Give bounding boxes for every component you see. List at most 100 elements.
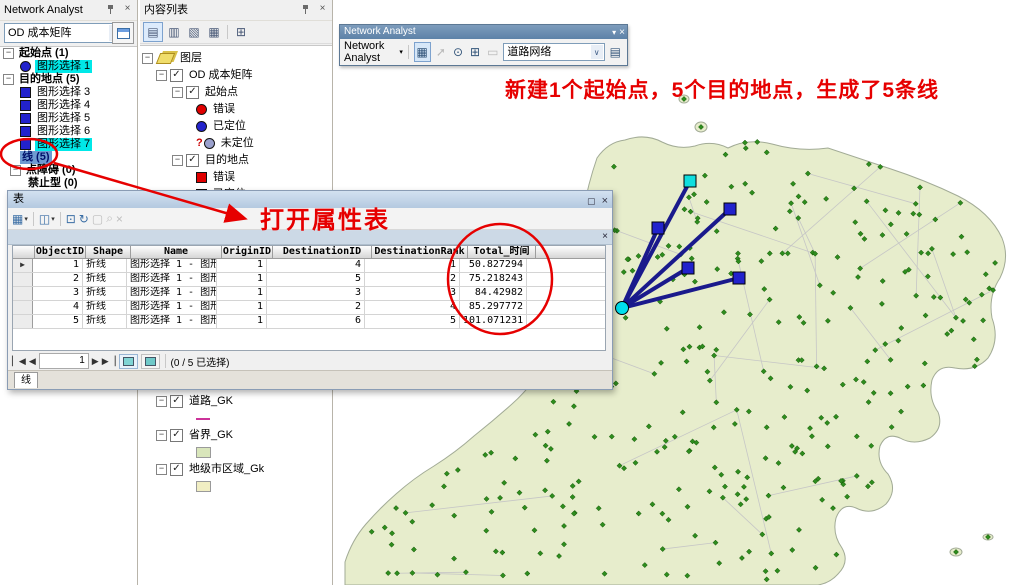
- record-number-input[interactable]: 1: [39, 353, 89, 369]
- row-selector[interactable]: [13, 315, 33, 328]
- cell[interactable]: 图形选择 1 - 图形选择: [127, 273, 217, 286]
- attribute-grid[interactable]: ObjectIDShapeNameOriginIDDestinationIDDe…: [12, 245, 606, 351]
- cell[interactable]: 4: [267, 259, 365, 272]
- column-header[interactable]: OriginID: [222, 246, 273, 258]
- na-tree-item[interactable]: 禁止型 (0): [0, 177, 137, 190]
- table-row[interactable]: ▶1折线图形选择 1 - 图形选择14150.827294: [13, 259, 605, 273]
- checkbox-checked-icon[interactable]: ✓: [186, 154, 199, 167]
- cell[interactable]: 3: [267, 287, 365, 300]
- cell[interactable]: 84.42982: [460, 287, 527, 300]
- close-icon[interactable]: ×: [602, 230, 608, 244]
- last-record-button[interactable]: ▶▕: [102, 356, 116, 367]
- pin-icon[interactable]: [299, 3, 312, 16]
- list-by-selection-button[interactable]: ▦: [205, 23, 223, 41]
- list-by-visibility-button[interactable]: ▧: [185, 23, 203, 41]
- row-selector[interactable]: [13, 301, 33, 314]
- next-record-button[interactable]: ▶: [92, 356, 99, 367]
- destination-point[interactable]: [733, 272, 745, 284]
- expander-icon[interactable]: −: [172, 155, 183, 166]
- column-header[interactable]: ObjectID: [35, 246, 86, 258]
- cell[interactable]: 1: [217, 259, 267, 272]
- cell[interactable]: 5: [267, 273, 365, 286]
- close-icon[interactable]: ×: [602, 193, 608, 210]
- na-toolbar-titlebar[interactable]: Network Analyst ▾ ×: [340, 25, 627, 39]
- origin-point[interactable]: [616, 302, 629, 315]
- table-row[interactable]: 5折线图形选择 1 - 图形选择165101.071231: [13, 315, 605, 329]
- column-header[interactable]: DestinationID: [273, 246, 372, 258]
- cell[interactable]: 4: [365, 301, 460, 314]
- checkbox-checked-icon[interactable]: ✓: [170, 395, 183, 408]
- checkbox-checked-icon[interactable]: ✓: [170, 429, 183, 442]
- destination-point[interactable]: [652, 222, 664, 234]
- toc-options-button[interactable]: ⊞: [232, 23, 250, 41]
- destination-point-selected[interactable]: [684, 175, 696, 187]
- cell[interactable]: 图形选择 1 - 图形选择: [127, 301, 217, 314]
- column-header[interactable]: Shape: [86, 246, 131, 258]
- table-tab-line[interactable]: 线: [14, 372, 38, 388]
- checkbox-checked-icon[interactable]: ✓: [186, 86, 199, 99]
- toc-tree-item[interactable]: 错误: [140, 101, 332, 118]
- toc-tree-item[interactable]: −✓目的地点: [140, 152, 332, 169]
- toc-tree-item[interactable]: 已定位: [140, 118, 332, 135]
- cell[interactable]: 折线: [83, 287, 127, 300]
- na-tree-item[interactable]: 图形选择 1: [0, 60, 137, 73]
- expander-icon[interactable]: −: [172, 87, 183, 98]
- table-row[interactable]: 4折线图形选择 1 - 图形选择12485.297772: [13, 301, 605, 315]
- cell[interactable]: 6: [267, 315, 365, 328]
- toc-tree-item[interactable]: −✓道路_GK: [140, 393, 332, 410]
- toc-tree-item[interactable]: 错误: [140, 169, 332, 186]
- na-properties-button[interactable]: ▤: [608, 43, 623, 61]
- row-selector[interactable]: ▶: [13, 259, 33, 272]
- close-icon[interactable]: ×: [121, 3, 134, 16]
- destination-point[interactable]: [682, 262, 694, 274]
- cell[interactable]: 5: [33, 315, 83, 328]
- cell[interactable]: 101.071231: [460, 315, 527, 328]
- close-icon[interactable]: ×: [619, 26, 625, 40]
- expander-icon[interactable]: −: [156, 396, 167, 407]
- expander-icon[interactable]: −: [156, 70, 167, 81]
- network-dataset-combo[interactable]: 道路网络 ∨: [503, 43, 604, 61]
- column-header[interactable]: Name: [131, 246, 222, 258]
- toc-tree-item[interactable]: −✓OD 成本矩阵: [140, 67, 332, 84]
- cell[interactable]: 3: [33, 287, 83, 300]
- expander-icon[interactable]: −: [3, 74, 14, 85]
- directions-button[interactable]: ▭: [485, 43, 500, 61]
- row-selector[interactable]: [13, 273, 33, 286]
- cell[interactable]: 50.827294: [460, 259, 527, 272]
- cell[interactable]: 2: [33, 273, 83, 286]
- cell[interactable]: 2: [365, 273, 460, 286]
- zoom-to-selected-button[interactable]: ⌕: [106, 211, 113, 226]
- cell[interactable]: 图形选择 1 - 图形选择: [127, 259, 217, 272]
- na-tree-item[interactable]: −起始点 (1): [0, 47, 137, 60]
- na-tree-item[interactable]: −目的地点 (5): [0, 73, 137, 86]
- select-by-attributes-button[interactable]: ⊡: [66, 212, 76, 226]
- toc-tree-item[interactable]: [140, 410, 332, 427]
- show-selected-records-button[interactable]: [141, 354, 160, 369]
- expander-icon[interactable]: −: [142, 53, 153, 64]
- table-titlebar[interactable]: 表 ▢ ×: [8, 191, 612, 208]
- na-tree-item[interactable]: −点障碍 (0): [0, 164, 137, 177]
- solve-button[interactable]: ⊞: [468, 43, 482, 61]
- close-icon[interactable]: ×: [316, 3, 329, 16]
- na-tree-item[interactable]: 图形选择 4: [0, 99, 137, 112]
- checkbox-checked-icon[interactable]: ✓: [170, 69, 183, 82]
- cell[interactable]: 2: [267, 301, 365, 314]
- cell[interactable]: 图形选择 1 - 图形选择: [127, 315, 217, 328]
- clear-selection-button[interactable]: ▢: [92, 212, 103, 226]
- cell[interactable]: 图形选择 1 - 图形选择: [127, 287, 217, 300]
- cell[interactable]: 1: [217, 301, 267, 314]
- show-all-records-button[interactable]: [119, 354, 138, 369]
- cell[interactable]: 折线: [83, 315, 127, 328]
- na-tree-item[interactable]: 线 (5): [0, 151, 137, 164]
- na-window-properties-button[interactable]: [112, 22, 134, 44]
- cell[interactable]: 85.297772: [460, 301, 527, 314]
- chevron-down-icon[interactable]: ▾: [612, 26, 616, 40]
- cell[interactable]: 4: [33, 301, 83, 314]
- expander-icon[interactable]: −: [10, 165, 21, 176]
- first-record-button[interactable]: ▏◀: [12, 356, 26, 367]
- cell[interactable]: 1: [365, 259, 460, 272]
- expander-icon[interactable]: −: [156, 430, 167, 441]
- column-header[interactable]: Total_时间: [468, 246, 536, 258]
- cell[interactable]: 1: [33, 259, 83, 272]
- toc-tree-item[interactable]: [140, 478, 332, 495]
